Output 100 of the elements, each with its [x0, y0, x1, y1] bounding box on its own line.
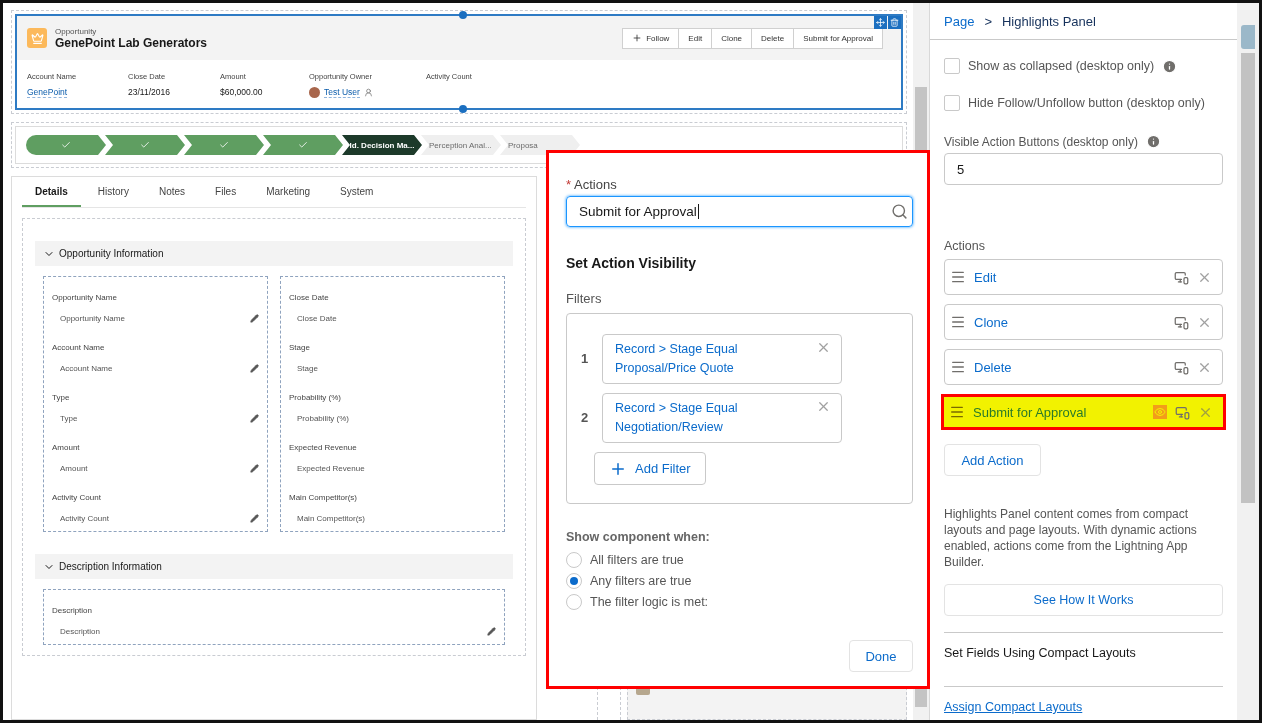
- drag-handle-icon[interactable]: [950, 359, 966, 375]
- resize-handle[interactable]: [459, 105, 467, 113]
- section-header[interactable]: Description Information: [35, 554, 513, 579]
- field-value: $60,000.00: [220, 87, 263, 97]
- move-icon[interactable]: [874, 16, 887, 29]
- info-icon[interactable]: [1162, 58, 1178, 74]
- filter-text: Record > Stage Equal Proposal/Price Quote: [615, 341, 739, 377]
- action-button[interactable]: Submit for Approval: [793, 27, 883, 49]
- field-value: Probability (%): [297, 414, 349, 423]
- checkbox-label: Show as collapsed (desktop only): [968, 59, 1155, 73]
- search-icon: [891, 203, 908, 220]
- check-icon: [140, 140, 150, 150]
- filter-item[interactable]: Record > Stage Equal Proposal/Price Quote: [602, 334, 842, 384]
- field-label: Close Date: [289, 293, 330, 302]
- section-header[interactable]: Opportunity Information: [35, 241, 513, 266]
- action-button[interactable]: Follow: [622, 27, 680, 49]
- path-step[interactable]: [26, 135, 106, 155]
- pencil-icon[interactable]: [250, 414, 259, 423]
- pencil-icon[interactable]: [250, 364, 259, 373]
- tab[interactable]: History: [84, 177, 142, 207]
- action-button[interactable]: Clone: [711, 27, 753, 49]
- path-step[interactable]: Id. Decision Ma...: [342, 135, 422, 155]
- pencil-icon[interactable]: [487, 627, 496, 636]
- radio-label: Any filters are true: [590, 573, 692, 588]
- close-icon[interactable]: [816, 340, 831, 355]
- action-item[interactable]: Edit: [944, 259, 1223, 295]
- pencil-icon[interactable]: [250, 514, 259, 523]
- check-icon: [219, 140, 229, 150]
- avatar: [309, 87, 320, 98]
- account-link[interactable]: GenePoint: [27, 87, 68, 98]
- add-filter-button[interactable]: Add Filter: [594, 452, 706, 485]
- crown-icon: [27, 28, 47, 48]
- field-label: Visible Action Buttons (desktop only): [944, 134, 1138, 149]
- field-value: Type: [60, 414, 78, 423]
- breadcrumb-separator: >: [984, 14, 992, 29]
- field-label: Amount: [52, 443, 81, 452]
- path-step[interactable]: [105, 135, 185, 155]
- object-label: Opportunity: [55, 26, 98, 36]
- tab[interactable]: Notes: [145, 177, 199, 207]
- checkbox[interactable]: [944, 95, 960, 111]
- tab[interactable]: Marketing: [253, 177, 324, 207]
- field-value: Opportunity Name: [60, 314, 125, 323]
- drag-handle-icon[interactable]: [949, 404, 965, 420]
- breadcrumb-link[interactable]: Page: [944, 14, 975, 29]
- devices-icon: [1174, 359, 1189, 375]
- filter-item[interactable]: Record > Stage Equal Negotiation/Review: [602, 393, 842, 443]
- drag-handle-icon[interactable]: [950, 314, 966, 330]
- path-step[interactable]: [263, 135, 343, 155]
- field-label: Type: [52, 393, 71, 402]
- pencil-icon[interactable]: [250, 314, 259, 323]
- add-action-button[interactable]: Add Action: [944, 444, 1041, 476]
- change-owner-icon[interactable]: [363, 88, 373, 97]
- record-title: GenePoint Lab Generators: [55, 35, 209, 50]
- field-label: Stage: [289, 343, 311, 352]
- section-title: Description Information: [59, 561, 162, 572]
- path-step[interactable]: [184, 135, 264, 155]
- path-step[interactable]: Proposa: [500, 135, 580, 155]
- pencil-icon[interactable]: [250, 464, 259, 473]
- action-item[interactable]: Submit for Approval: [941, 394, 1226, 430]
- action-item[interactable]: Delete: [944, 349, 1223, 385]
- checkbox-label: Hide Follow/Unfollow button (desktop only): [968, 96, 1205, 110]
- number-field[interactable]: 5: [944, 153, 1223, 185]
- drag-handle-icon[interactable]: [950, 269, 966, 285]
- filter-number: 1: [581, 351, 589, 367]
- close-icon[interactable]: [816, 399, 831, 414]
- filter-text: Record > Stage Equal Negotiation/Review: [615, 400, 739, 436]
- section-title: Set Action Visibility: [566, 255, 697, 271]
- tab[interactable]: Details: [22, 177, 81, 207]
- filter-number: 2: [581, 410, 589, 426]
- devices-icon: [1175, 404, 1190, 420]
- checkbox[interactable]: [944, 58, 960, 74]
- field-label: Actions: [574, 177, 617, 192]
- plus-icon: [632, 33, 643, 43]
- see-how-button[interactable]: See How It Works: [944, 584, 1223, 616]
- trash-icon[interactable]: [888, 16, 901, 29]
- devices-icon: [1174, 269, 1189, 285]
- field-label: Account Name: [52, 343, 106, 352]
- field-value: Main Competitor(s): [297, 514, 365, 523]
- resize-handle[interactable]: [459, 11, 467, 19]
- done-button[interactable]: Done: [849, 640, 913, 672]
- field-value: Description: [60, 627, 100, 636]
- field-label: Filters: [566, 291, 603, 306]
- tab[interactable]: Files: [202, 177, 250, 207]
- breadcrumb-current: Highlights Panel: [1001, 14, 1096, 29]
- info-icon[interactable]: [1145, 134, 1161, 149]
- action-button[interactable]: Edit: [678, 27, 713, 49]
- field-value: Account Name: [60, 364, 113, 373]
- owner-link[interactable]: Test User: [324, 87, 360, 98]
- field-value: Expected Revenue: [297, 464, 365, 473]
- scrollbar-thumb[interactable]: [1241, 53, 1255, 503]
- field-value: Close Date: [297, 314, 337, 323]
- tab[interactable]: System: [327, 177, 387, 207]
- path-step[interactable]: Perception Anal...: [421, 135, 501, 155]
- field-value: Activity Count: [60, 514, 109, 523]
- action-button[interactable]: Delete: [751, 27, 795, 49]
- check-icon: [61, 140, 71, 150]
- search-field[interactable]: Submit for Approval: [566, 196, 913, 227]
- action-item[interactable]: Clone: [944, 304, 1223, 340]
- radio-label: The filter logic is met:: [590, 594, 709, 609]
- assign-link[interactable]: Assign Compact Layouts: [944, 687, 1223, 720]
